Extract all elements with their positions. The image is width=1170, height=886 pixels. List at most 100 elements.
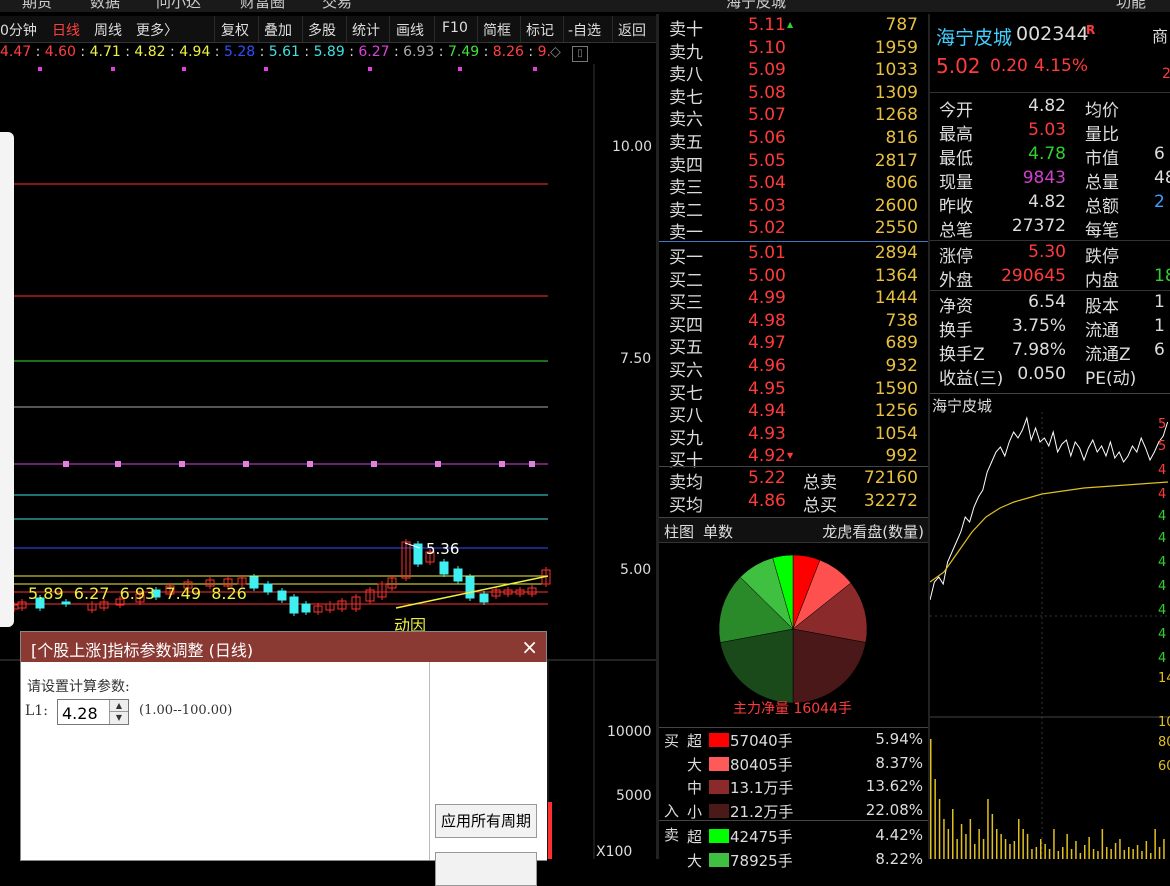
mark-button[interactable]: 标记 (526, 20, 554, 40)
level-volume: 816 (885, 128, 918, 148)
level-price: 5.04 (748, 173, 786, 194)
tab-daily[interactable]: 日线 (52, 20, 80, 40)
menu-ask[interactable]: 问小达 (156, 0, 201, 12)
flow-row: 超 57040手 5.94% (659, 730, 928, 752)
stepper-up-icon[interactable]: ▲ (110, 700, 128, 712)
level-label: 买八 (669, 406, 703, 427)
ask-row[interactable]: 卖八 5.09 1033 (659, 60, 928, 85)
flow-volume: 57040手 (730, 732, 793, 750)
stat-row: 净资 6.54 股本 1 (930, 292, 1170, 317)
stat-value: 5.30 (1028, 242, 1066, 262)
ask-row[interactable]: 卖三 5.04 806 (659, 173, 928, 198)
bid-row[interactable]: 买八 4.94 1256 (659, 401, 928, 427)
ma-value: 4.94 (179, 44, 211, 60)
bid-row[interactable]: 买二 5.00 1364 (659, 266, 928, 291)
intraday-volume-bar (1053, 829, 1055, 859)
intraday-volume-bar (1123, 850, 1126, 859)
flow-size-label: 中 (687, 779, 703, 797)
diamond-icon[interactable]: ◇ (550, 44, 561, 60)
f10-button[interactable]: F10 (442, 20, 468, 36)
add-watchlist-button[interactable]: -自选 (568, 20, 601, 40)
overlay-button[interactable]: 叠加 (264, 20, 292, 40)
stat-row: 换手Z 7.98% 流通Z 6 (930, 340, 1170, 365)
tab-bar-chart[interactable]: 柱图 (664, 521, 694, 542)
restore-rights-button[interactable]: 复权 (221, 20, 249, 40)
ask-row[interactable]: 卖七 5.08 1309 (659, 83, 928, 108)
intraday-volume-bar (1132, 849, 1134, 859)
stat-label-2: 市值 (1085, 149, 1119, 169)
bid-row[interactable]: 买三 4.99 1444 (659, 288, 928, 313)
tab-more[interactable]: 更多〉 (136, 20, 178, 40)
tab-weekly[interactable]: 周线 (94, 20, 122, 40)
flow-row: 中 13.1万手 13.62% (659, 777, 928, 799)
inline-ma-labels: 5.89 6.27 6.93 7.49 8.26 (28, 584, 247, 603)
params-prompt: 请设置计算参数: (27, 679, 130, 695)
ask-row[interactable]: 卖六 5.07 1268 (659, 105, 928, 130)
price-change: 0.20 (990, 56, 1028, 76)
window-title: 海宁皮城 (726, 0, 787, 11)
stat-value: 0.050 (1017, 364, 1066, 384)
menu-functions[interactable]: 功能 (1116, 0, 1146, 12)
ask-row[interactable]: 卖一 5.02 2550 (659, 218, 928, 243)
bid-row[interactable]: 买四 4.98 738 (659, 311, 928, 336)
level-label: 卖九 (669, 42, 703, 63)
apply-all-periods-button[interactable]: 应用所有周期 (435, 804, 537, 838)
ask-row[interactable]: 卖四 5.05 2817 (659, 151, 928, 176)
period-selector[interactable]: 0分钟 (0, 20, 37, 40)
intraday-axis-label: 4 (1158, 531, 1166, 546)
dialog-title-bar[interactable]: [个股上涨]指标参数调整 (日线) × (21, 632, 546, 662)
ask-row[interactable]: 卖九 5.10 1959 (659, 38, 928, 63)
tab-count[interactable]: 单数 (703, 521, 733, 542)
intraday-axis-label: 4 (1158, 555, 1166, 570)
flow-size-label: 大 (687, 851, 703, 870)
level-price: 4.97 (748, 333, 786, 354)
bid-row[interactable]: 买六 4.96 932 (659, 356, 928, 381)
dialog-secondary-button[interactable] (435, 852, 537, 886)
intraday-volume-bar (965, 834, 967, 859)
param-l1-stepper[interactable]: ▲ ▼ (57, 699, 129, 726)
stat-label: 换手 (939, 321, 973, 341)
level-volume: 932 (885, 356, 918, 376)
bid-row[interactable]: 买七 4.95 1590 (659, 379, 928, 404)
flow-color-swatch (709, 780, 729, 794)
intraday-chart[interactable]: 5 5 4 4 4 4 4 4 4 4 4 14 10 80 60 (930, 412, 1170, 859)
level-volume: 992 (885, 446, 918, 467)
ma-value: 4.71 (89, 44, 121, 60)
menu-futures[interactable]: 期货 (22, 0, 52, 12)
intraday-volume-bar (1009, 844, 1011, 859)
multi-stock-button[interactable]: 多股 (308, 20, 336, 40)
stock-code: 002344 (1016, 23, 1089, 45)
flow-volume: 80405手 (730, 755, 793, 774)
stat-value: 4.82 (1028, 192, 1066, 212)
stat-value: 290645 (1001, 266, 1066, 286)
draw-line-button[interactable]: 画线 (396, 20, 424, 40)
menu-data[interactable]: 数据 (90, 0, 120, 12)
flow-title[interactable]: 龙虎看盘(数量) (822, 521, 924, 542)
ask-row[interactable]: 卖十 5.11 787 ▲ (659, 15, 928, 40)
menu-trade[interactable]: 交易 (322, 0, 352, 12)
total-buy-value: 32272 (863, 491, 918, 511)
intraday-volume-bar (1066, 834, 1068, 859)
bid-row[interactable]: 买九 4.93 1054 (659, 424, 928, 449)
intraday-axis-label: 4 (1158, 651, 1166, 666)
ask-row[interactable]: 卖二 5.03 2600 (659, 196, 928, 221)
menu-fortune[interactable]: 财富圈 (240, 0, 285, 12)
stat-label-2: 跌停 (1085, 247, 1119, 267)
statistics-button[interactable]: 统计 (352, 20, 380, 40)
simple-frame-button[interactable]: 简框 (483, 20, 511, 40)
param-l1-input[interactable] (58, 700, 116, 726)
close-icon[interactable]: × (521, 635, 538, 659)
level-price: 5.06 (748, 128, 786, 148)
panel-toggle-icon[interactable]: ▯ (572, 46, 588, 62)
bid-row[interactable]: 买一 5.01 2894 (659, 243, 928, 268)
right-cut-label: 商 (1152, 27, 1169, 46)
flow-volume: 78925手 (730, 851, 793, 870)
bid-row[interactable]: 买五 4.97 689 (659, 333, 928, 358)
back-button[interactable]: 返回 (618, 20, 646, 40)
ask-row[interactable]: 卖五 5.06 816 (659, 128, 928, 153)
ma-value: 6.93 (403, 44, 435, 60)
stat-label: 外盘 (939, 271, 973, 291)
intraday-volume-bar (1057, 851, 1060, 859)
stepper-down-icon[interactable]: ▼ (110, 712, 128, 723)
intraday-volume-bar (1070, 849, 1073, 859)
